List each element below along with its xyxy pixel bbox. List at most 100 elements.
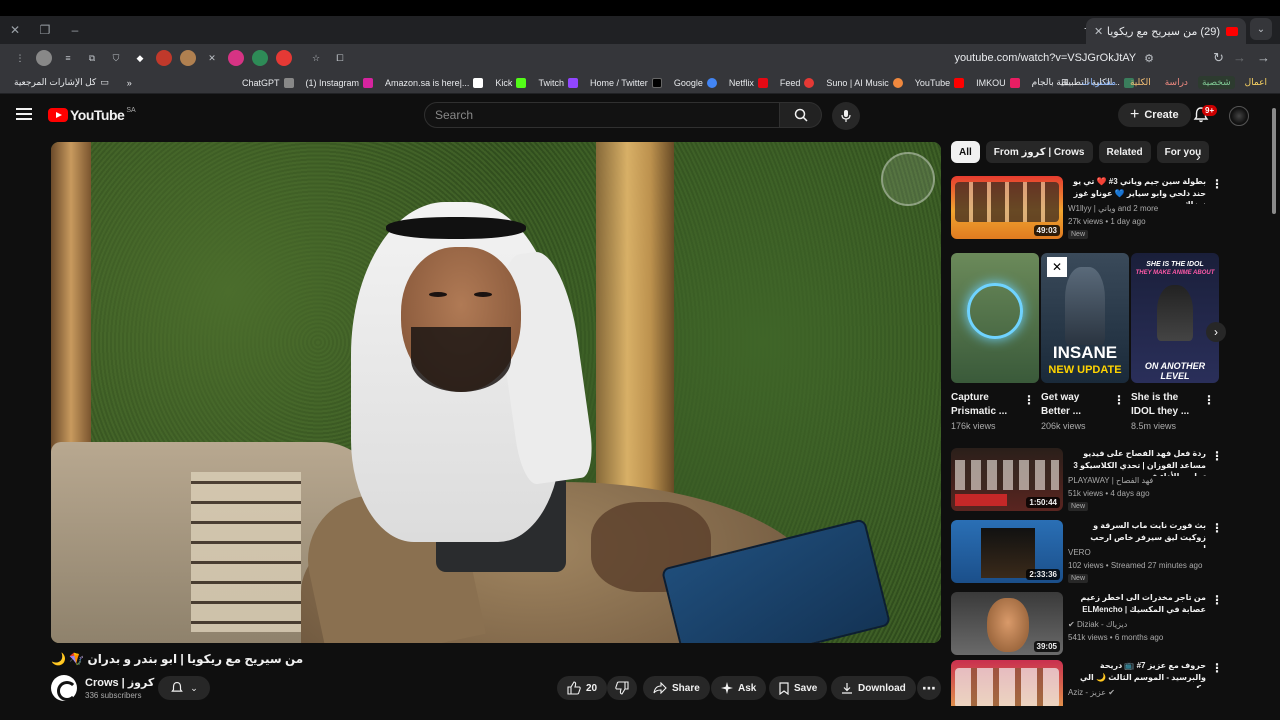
video-thumbnail[interactable] xyxy=(951,660,1063,706)
recommendation-channel[interactable]: VERO xyxy=(1068,548,1091,557)
more-options-icon[interactable]: ⋮ xyxy=(1211,662,1221,674)
save-button[interactable]: Save xyxy=(769,676,828,700)
recommendation-item[interactable]: 1:50:44 ردة فعل فهد الفصاح على فيديو مسا… xyxy=(951,448,1223,514)
extension-red2-icon[interactable] xyxy=(276,50,292,66)
diamond-icon[interactable]: ◆ xyxy=(132,50,148,66)
reload-icon[interactable]: ↻ xyxy=(1213,50,1224,66)
shorts-next-chevron-icon[interactable]: › xyxy=(1206,322,1226,342)
short-item[interactable]: ✕ INSANE NEW UPDATE Get way Better ... 2… xyxy=(1041,253,1129,431)
site-settings-icon[interactable]: ⚙ xyxy=(1144,52,1154,65)
short-item[interactable]: Capture Prismatic ... 176k views ⋮ xyxy=(951,253,1039,431)
recommendation-item[interactable]: حروف مع عزيز 7# 📺 دريحة والبرسيد - الموس… xyxy=(951,660,1221,706)
recommendation-channel[interactable]: Aziz - عزيز ✔ xyxy=(1068,688,1115,697)
folder-study[interactable]: دراسة xyxy=(1161,76,1192,89)
bookmark-netflix[interactable]: Netflix xyxy=(729,77,768,88)
video-thumbnail[interactable]: 39:05 xyxy=(951,592,1063,655)
folder-purchases[interactable]: مشتريات xyxy=(1078,76,1120,89)
download-button[interactable]: Download xyxy=(831,676,916,700)
search-button[interactable] xyxy=(780,102,822,128)
bookmark-amazon[interactable]: Amazon.sa is here|... xyxy=(385,77,484,88)
more-options-icon[interactable]: ⋮ xyxy=(1211,178,1223,190)
bookmark-instagram[interactable]: (1) Instagram xyxy=(306,77,374,88)
recommendation-title[interactable]: بطولة سين جيم وياني 3# ❤️ تي يو حند دلحي… xyxy=(1068,176,1206,204)
recommendation-channel[interactable]: W1llyy | وياني and 2 more xyxy=(1068,204,1158,213)
bookmark-kick[interactable]: Kick xyxy=(495,77,527,88)
chip-all[interactable]: All xyxy=(951,141,980,163)
extension-green-icon[interactable] xyxy=(252,50,268,66)
recommendation-title[interactable]: ردة فعل فهد الفصاح على فيديو مساعد الفوز… xyxy=(1068,448,1206,476)
recommendation-title[interactable]: حروف مع عزيز 7# 📺 دريحة والبرسيد - الموس… xyxy=(1068,660,1206,688)
recommendation-item[interactable]: 2:33:36 بث فورت نايت ماب السرقة و زوكيت … xyxy=(951,520,1223,586)
bookmark-chatgpt[interactable]: ChatGPT xyxy=(242,77,294,88)
account-avatar[interactable] xyxy=(1229,106,1249,126)
short-more-icon[interactable]: ⋮ xyxy=(1203,393,1215,407)
short-more-icon[interactable]: ⋮ xyxy=(1023,393,1035,407)
chips-next-chevron-icon[interactable]: › xyxy=(1196,148,1201,164)
share-button[interactable]: Share xyxy=(643,676,710,700)
like-button[interactable]: 20 xyxy=(557,676,608,700)
ask-button[interactable]: Ask xyxy=(711,676,767,700)
folder-college[interactable]: الكلية xyxy=(1126,76,1155,89)
url-field[interactable]: youtube.com/watch?v=VSJGrOkJtAY ⚙ xyxy=(316,47,1184,69)
short-more-icon[interactable]: ⋮ xyxy=(1113,393,1125,407)
close-window-icon[interactable]: ✕ xyxy=(4,19,26,41)
short-thumbnail[interactable]: SHE IS THE IDOL THEY MAKE ANIME ABOUT ON… xyxy=(1131,253,1219,383)
more-options-icon[interactable]: ⋮ xyxy=(1211,450,1223,462)
recommendation-title[interactable]: من تاجر مخدرات الى اخطر زعيم عصابة في ال… xyxy=(1068,592,1206,615)
bookmark-suno[interactable]: Suno | AI Music xyxy=(826,77,903,88)
search-input[interactable]: Search xyxy=(424,102,780,128)
recommendation-item[interactable]: 49:03 بطولة سين جيم وياني 3# ❤️ تي يو حن… xyxy=(951,176,1223,246)
dislike-button[interactable] xyxy=(607,676,637,700)
short-item[interactable]: SHE IS THE IDOL THEY MAKE ANIME ABOUT ON… xyxy=(1131,253,1219,431)
minimize-window-icon[interactable]: – xyxy=(64,19,86,41)
short-title[interactable]: She is the IDOL they ... xyxy=(1131,391,1201,419)
more-options-icon[interactable]: ⋮ xyxy=(1211,522,1223,534)
browser-tab-active[interactable]: (29) من سيريح مع ريكويا | ابو بند... ✕ xyxy=(1086,18,1246,44)
tab-close-icon[interactable]: ✕ xyxy=(1094,25,1103,38)
more-options-icon[interactable]: ⋮ xyxy=(1211,594,1223,606)
subscription-bell-button[interactable]: ⌄ xyxy=(158,676,210,700)
recommendation-item[interactable]: 39:05 من تاجر مخدرات الى اخطر زعيم عصابة… xyxy=(951,592,1223,655)
short-title[interactable]: Get way Better ... xyxy=(1041,391,1111,419)
bookmark-twitch[interactable]: Twitch xyxy=(538,77,578,88)
bookmark-imkou[interactable]: IMKOU xyxy=(976,77,1020,88)
mute-icon[interactable]: ✕ xyxy=(204,50,220,66)
chip-for-you[interactable]: For you xyxy=(1156,141,1210,163)
chip-from-channel[interactable]: From كروز | Crows xyxy=(985,141,1093,163)
shield-icon[interactable]: ⛉ xyxy=(108,50,124,66)
all-bookmarks[interactable]: كل الإشارات المرجعية ▭ xyxy=(14,77,109,88)
channel-name[interactable]: Crows | كروز xyxy=(85,676,154,689)
profile-icon[interactable] xyxy=(36,50,52,66)
short-title[interactable]: Capture Prismatic ... xyxy=(951,391,1021,419)
bookmark-feed[interactable]: Feed xyxy=(780,77,815,88)
hamburger-menu-icon[interactable] xyxy=(16,108,32,120)
forward-icon[interactable]: → xyxy=(1233,50,1246,65)
short-thumbnail[interactable]: ✕ INSANE NEW UPDATE xyxy=(1041,253,1129,383)
recommendation-channel[interactable]: ✔ Diziak - ديزياك xyxy=(1068,620,1127,629)
youtube-logo[interactable]: YouTube SA xyxy=(48,107,136,123)
bookmarks-overflow-icon[interactable]: » xyxy=(127,78,132,88)
recommendation-channel[interactable]: PLAYAWAY | فهد الفصاح xyxy=(1068,476,1153,485)
tab-search-icon[interactable]: ⌄ xyxy=(1250,18,1272,40)
channel-watermark-icon[interactable] xyxy=(881,152,935,206)
create-button[interactable]: + Create xyxy=(1118,103,1191,127)
reader-icon[interactable]: ≡ xyxy=(60,50,76,66)
short-thumbnail[interactable] xyxy=(951,253,1039,383)
video-thumbnail[interactable]: 2:33:36 xyxy=(951,520,1063,583)
scrollbar-thumb[interactable] xyxy=(1272,108,1276,214)
video-player[interactable] xyxy=(51,142,941,643)
recommendation-title[interactable]: بث فورت نايت ماب السرقة و زوكيت ليق سيرف… xyxy=(1068,520,1206,548)
folder-work[interactable]: اعمال xyxy=(1241,76,1271,89)
chip-related[interactable]: Related xyxy=(1098,141,1151,163)
bookmark-youtube[interactable]: YouTube xyxy=(915,77,965,88)
video-thumbnail[interactable]: 49:03 xyxy=(951,176,1063,239)
extension-red-icon[interactable] xyxy=(156,50,172,66)
channel-avatar[interactable] xyxy=(51,675,77,701)
extension-cookie-icon[interactable] xyxy=(180,50,196,66)
extension-pink-icon[interactable] xyxy=(228,50,244,66)
bookmark-twitter[interactable]: Home / Twitter xyxy=(590,77,662,88)
menu-dots-icon[interactable]: ⋮ xyxy=(12,50,28,66)
more-actions-icon[interactable]: ⋯ xyxy=(917,676,941,700)
voice-search-button[interactable] xyxy=(832,102,860,130)
restore-window-icon[interactable]: ❐ xyxy=(34,19,56,41)
